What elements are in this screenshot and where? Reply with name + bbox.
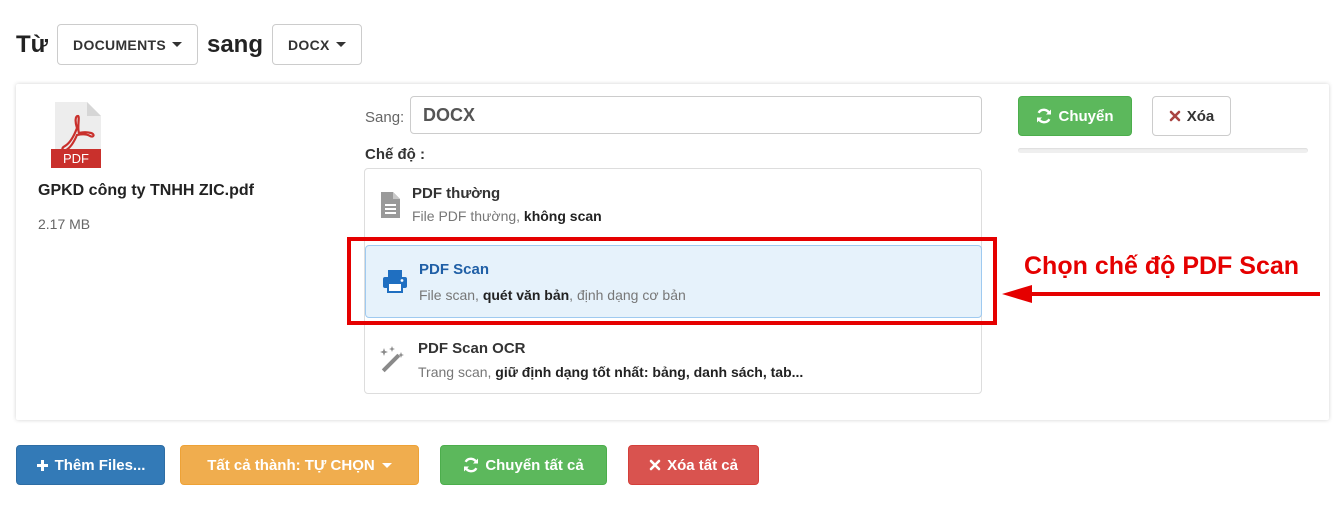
plus-icon [36,459,48,471]
highlight-box [347,237,997,325]
convert-all-to-label: Tất cả thành: TỰ CHỌN [207,456,375,474]
from-format-value: DOCUMENTS [73,36,166,53]
convert-all-label: Chuyển tất cả [485,456,584,474]
to-label: sang [206,30,263,58]
to-format-dropdown[interactable]: DOCX [271,24,362,65]
file-size: 2.17 MB [38,216,91,232]
mode-description: File PDF thường, không scan [412,208,602,224]
chevron-down-icon [171,42,182,47]
mode-title: PDF Scan OCR [418,340,526,357]
chevron-down-icon [381,462,392,468]
pdf-file-icon: PDF [51,102,103,168]
file-name: GPKD công ty TNHH ZIC.pdf [38,182,254,199]
delete-label: Xóa [1186,107,1215,125]
from-label: Từ [16,30,49,58]
refresh-icon [464,457,479,473]
magic-wand-icon [379,346,405,374]
mode-option-pdf-normal[interactable]: PDF thường File PDF thường, không scan [365,169,981,241]
convert-label: Chuyển [1058,107,1114,125]
to-format-value: DOCX [287,36,330,53]
close-icon [1169,110,1181,122]
add-files-button[interactable]: Thêm Files... [16,445,165,485]
close-icon [649,459,661,471]
mode-label: Chế độ : [365,146,425,163]
pdf-icon-label: PDF [63,151,89,166]
mode-description: Trang scan, giữ định dạng tốt nhất: bảng… [418,364,804,380]
annotation-text: Chọn chế độ PDF Scan [1024,252,1300,280]
delete-all-button[interactable]: Xóa tất cả [628,445,759,485]
arrow-left-icon [1002,285,1320,303]
convert-all-button[interactable]: Chuyển tất cả [440,445,607,485]
document-icon [379,191,405,219]
chevron-down-icon [335,42,346,47]
target-format-label: Sang: [365,109,405,126]
from-format-dropdown[interactable]: DOCUMENTS [57,24,198,65]
convert-all-to-dropdown[interactable]: Tất cả thành: TỰ CHỌN [180,445,419,485]
mode-title: PDF thường [412,185,501,202]
convert-button[interactable]: Chuyển [1018,96,1132,136]
conversion-progress-bar [1018,148,1308,153]
mode-option-pdf-scan-ocr[interactable]: PDF Scan OCR Trang scan, giữ định dạng t… [365,324,981,396]
delete-button[interactable]: Xóa [1152,96,1231,136]
refresh-icon [1037,108,1052,124]
delete-all-label: Xóa tất cả [667,456,738,474]
target-format-input[interactable]: DOCX [410,96,982,134]
conversion-selector: Từ DOCUMENTS sang DOCX [16,24,362,65]
add-files-label: Thêm Files... [54,456,146,474]
